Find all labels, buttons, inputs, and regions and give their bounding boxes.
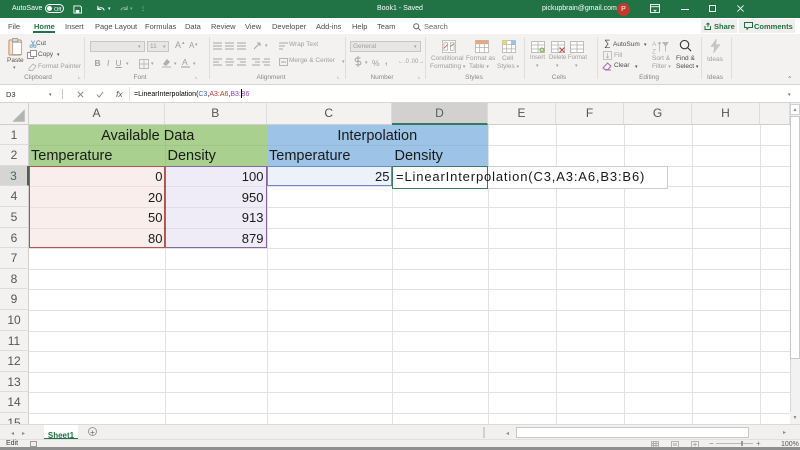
svg-text:A: A — [652, 41, 657, 48]
svg-text:Z: Z — [652, 48, 656, 54]
